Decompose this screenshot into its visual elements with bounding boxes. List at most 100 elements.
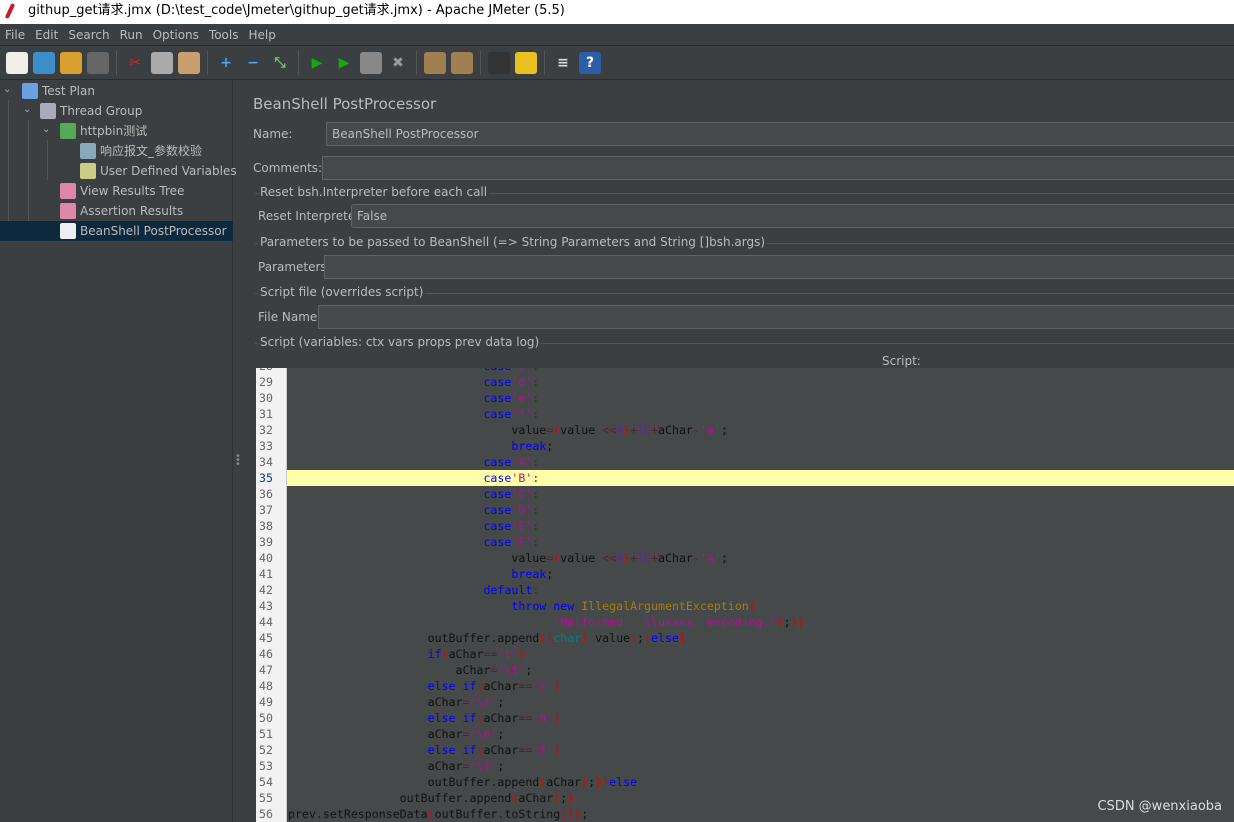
- line-number: 30: [259, 391, 273, 405]
- chevron-down-icon[interactable]: ⌄: [3, 84, 11, 95]
- tree-node[interactable]: Test Plan: [22, 81, 95, 101]
- toolbar-separator: [416, 50, 417, 75]
- code-line: 33 break;: [256, 438, 1234, 454]
- code-line: 46 if(aChar=='t'): [256, 646, 1234, 662]
- code-line: 43 throw new IllegalArgumentException(: [256, 598, 1234, 614]
- clear-all-icon[interactable]: [451, 51, 473, 74]
- tree-node[interactable]: Assertion Results: [60, 201, 183, 221]
- menu-run[interactable]: Run: [115, 24, 148, 45]
- tree-node[interactable]: httpbin测试: [60, 121, 147, 141]
- save-icon[interactable]: [87, 51, 109, 74]
- tree-node-label: Assertion Results: [80, 204, 184, 218]
- tree-node[interactable]: 响应报文_参数校验: [80, 141, 202, 161]
- line-number: 51: [259, 727, 273, 741]
- line-number: 41: [259, 567, 273, 581]
- open-icon[interactable]: [60, 51, 82, 74]
- tree-node[interactable]: Thread Group: [40, 101, 142, 121]
- line-number: 33: [259, 439, 273, 453]
- menu-options[interactable]: Options: [148, 24, 204, 45]
- toggle-icon[interactable]: ⤡: [269, 52, 291, 74]
- parameters-input[interactable]: [324, 255, 1234, 279]
- line-number: 55: [259, 791, 273, 805]
- line-number: 35: [259, 471, 273, 485]
- splitter-handle[interactable]: • • •: [235, 452, 241, 470]
- function-helper-icon[interactable]: ≡: [552, 52, 574, 74]
- templates-icon[interactable]: [33, 51, 55, 74]
- line-number: 44: [259, 615, 273, 629]
- toolbar-separator: [116, 50, 117, 75]
- tree-node-label: httpbin测试: [80, 124, 148, 138]
- file-name-label: File Name:: [258, 310, 322, 324]
- flask-icon: [22, 83, 38, 99]
- menu-edit[interactable]: Edit: [30, 24, 63, 45]
- code-text: break;: [511, 439, 554, 453]
- start-no-pause-icon[interactable]: ▶: [333, 52, 355, 74]
- reset-interpreter-label: Reset Interpreter:: [258, 209, 365, 223]
- chevron-down-icon[interactable]: ⌄: [23, 104, 31, 115]
- toolbar-separator: [544, 50, 545, 75]
- toolbar-separator: [480, 50, 481, 75]
- tree-node-label: View Results Tree: [80, 184, 185, 198]
- expand-icon[interactable]: +: [215, 52, 237, 74]
- title-bar: githup_get请求.jmx (D:\test_code\Jmeter\gi…: [0, 0, 1234, 24]
- reset-search-icon[interactable]: [515, 51, 537, 74]
- line-number: 52: [259, 743, 273, 757]
- line-number: 39: [259, 535, 273, 549]
- reset-interpreter-select[interactable]: False: [351, 204, 1234, 228]
- code-line: 45 outBuffer.append((char) value);}else{: [256, 630, 1234, 646]
- collapse-icon[interactable]: −: [242, 52, 264, 74]
- menu-file[interactable]: File: [0, 24, 30, 45]
- panel-title: BeanShell PostProcessor: [253, 95, 437, 113]
- pipette-icon: [60, 123, 76, 139]
- tree-node[interactable]: View Results Tree: [60, 181, 184, 201]
- menu-help[interactable]: Help: [243, 24, 280, 45]
- menu-search[interactable]: Search: [63, 24, 114, 45]
- line-number: 43: [259, 599, 273, 613]
- tree-node-label: Test Plan: [42, 84, 95, 98]
- line-number: 40: [259, 551, 273, 565]
- new-icon[interactable]: [6, 51, 28, 74]
- tools-icon: [80, 163, 96, 179]
- code-text: case'C':: [483, 487, 540, 501]
- code-line: 47 aChar='\t';: [256, 662, 1234, 678]
- start-icon[interactable]: ▶: [306, 52, 328, 74]
- line-number: 54: [259, 775, 273, 789]
- help-icon[interactable]: ?: [579, 51, 601, 74]
- code-text: aChar='\n';: [288, 727, 505, 741]
- magnifier-icon: [80, 143, 96, 159]
- menu-tools[interactable]: Tools: [204, 24, 244, 45]
- copy-icon[interactable]: [151, 51, 173, 74]
- cut-icon[interactable]: ✂: [124, 52, 146, 74]
- file-name-input[interactable]: [318, 305, 1234, 329]
- chart-icon: [60, 203, 76, 219]
- code-text: "Malformed \\uxxxx encoding.");}}: [553, 615, 805, 629]
- search-icon[interactable]: [488, 51, 510, 74]
- parameters-label: Parameters:: [258, 260, 331, 274]
- code-text: aChar='\f';: [288, 759, 505, 773]
- script-file-group-title: Script file (overrides script): [258, 285, 426, 299]
- clear-icon[interactable]: [424, 51, 446, 74]
- script-group-title: Script (variables: ctx vars props prev d…: [258, 335, 542, 349]
- line-number: 34: [259, 455, 273, 469]
- code-line: 40 value=(value <<4)+10+aChar-'A';: [256, 550, 1234, 566]
- tree-node[interactable]: BeanShell PostProcessor: [0, 221, 233, 241]
- code-text: value=(value <<4)+10+aChar-'A';: [288, 551, 728, 565]
- code-line: 44 "Malformed \\uxxxx encoding.");}}: [256, 614, 1234, 630]
- script-editor[interactable]: 28 case'c':29 case'd':30 case'e':31 case…: [256, 368, 1234, 822]
- line-number: 42: [259, 583, 273, 597]
- code-line: 35 case'B':: [256, 470, 1234, 486]
- code-line: 34 case'A':: [256, 454, 1234, 470]
- line-number: 49: [259, 695, 273, 709]
- shutdown-icon[interactable]: ✖: [387, 52, 409, 74]
- paste-icon[interactable]: [178, 51, 200, 74]
- name-input[interactable]: BeanShell PostProcessor: [326, 122, 1234, 146]
- code-line: 53 aChar='\f';: [256, 758, 1234, 774]
- stop-icon[interactable]: [360, 51, 382, 74]
- comments-input[interactable]: [322, 156, 1234, 180]
- code-line: 42 default:: [256, 582, 1234, 598]
- code-text: else if(aChar=='r'): [427, 679, 561, 693]
- code-text: throw new IllegalArgumentException(: [511, 599, 756, 613]
- window-title: githup_get请求.jmx (D:\test_code\Jmeter\gi…: [28, 3, 565, 18]
- chevron-down-icon[interactable]: ⌄: [42, 124, 50, 135]
- tree-node[interactable]: User Defined Variables: [80, 161, 237, 181]
